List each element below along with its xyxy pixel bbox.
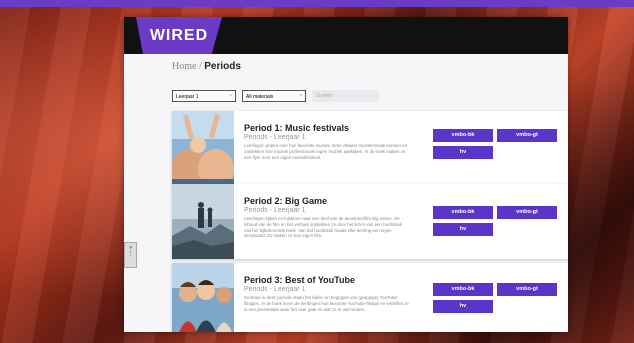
vmbo-gt-button[interactable]: vmbo-gt <box>497 283 557 296</box>
card-subtitle: Periods - Leerjaar 1 <box>244 134 306 141</box>
chevron-down-icon: ⌃ <box>298 94 303 100</box>
level-select-value: Leerjaar 1 <box>176 94 199 100</box>
browser-panel: WIRED Home / Periods Leerjaar 1 ⌃ All ma… <box>124 17 568 332</box>
festival-image <box>172 111 234 186</box>
card-subtitle: Periods - Leerjaar 1 <box>244 286 306 293</box>
big-game-image <box>172 184 234 259</box>
search-input[interactable]: Zoeken <box>312 90 378 102</box>
materials-select[interactable]: All materials ⌃ <box>242 90 306 102</box>
logo-text: WIRED <box>149 26 209 44</box>
hv-button[interactable]: hv <box>433 223 493 236</box>
filter-bar: Leerjaar 1 ⌃ All materials ⌃ Zoeken <box>172 90 378 102</box>
breadcrumb-current: Periods <box>204 61 241 72</box>
chevron-down-icon: ⌃ <box>228 94 233 100</box>
breadcrumb-separator: / <box>198 61 202 72</box>
card-description: Centraal in deze periode staan het kijke… <box>244 295 409 312</box>
card-title[interactable]: Period 3: Best of YouTube <box>244 275 355 285</box>
period-card[interactable]: Period 2: Big Game Periods - Leerjaar 1 … <box>172 184 568 259</box>
materials-select-value: All materials <box>246 94 274 100</box>
grip-icon: ⋮ <box>127 251 134 257</box>
site-header: WIRED <box>124 17 568 54</box>
card-description: Leerlingen kijken en luisteren naar een … <box>244 216 403 239</box>
vmbo-gt-button[interactable]: vmbo-gt <box>497 129 557 142</box>
card-title[interactable]: Period 1: Music festivals <box>244 123 349 133</box>
period-card[interactable]: Period 1: Music festivals Periods - Leer… <box>172 111 568 186</box>
card-title[interactable]: Period 2: Big Game <box>244 196 327 206</box>
vmbo-bk-button[interactable]: vmbo-bk <box>433 129 493 142</box>
search-placeholder: Zoeken <box>316 93 333 99</box>
sidebar-toggle-tab[interactable]: » ⋮ <box>124 242 137 268</box>
card-subtitle: Periods - Leerjaar 1 <box>244 207 306 214</box>
hv-button[interactable]: hv <box>433 300 493 313</box>
vmbo-bk-button[interactable]: vmbo-bk <box>433 206 493 219</box>
card-description: Leerlingen praten over hun favoriete muz… <box>244 143 408 160</box>
top-accent-bar <box>0 0 634 7</box>
vmbo-gt-button[interactable]: vmbo-gt <box>497 206 557 219</box>
breadcrumb-home[interactable]: Home <box>172 61 196 72</box>
period-card[interactable]: Period 3: Best of YouTube Periods - Leer… <box>172 263 568 332</box>
breadcrumb: Home / Periods <box>172 61 241 72</box>
hv-button[interactable]: hv <box>433 146 493 159</box>
level-select[interactable]: Leerjaar 1 ⌃ <box>172 90 236 102</box>
youtube-friends-image <box>172 263 234 332</box>
wired-logo[interactable]: WIRED <box>136 17 222 54</box>
vmbo-bk-button[interactable]: vmbo-bk <box>433 283 493 296</box>
